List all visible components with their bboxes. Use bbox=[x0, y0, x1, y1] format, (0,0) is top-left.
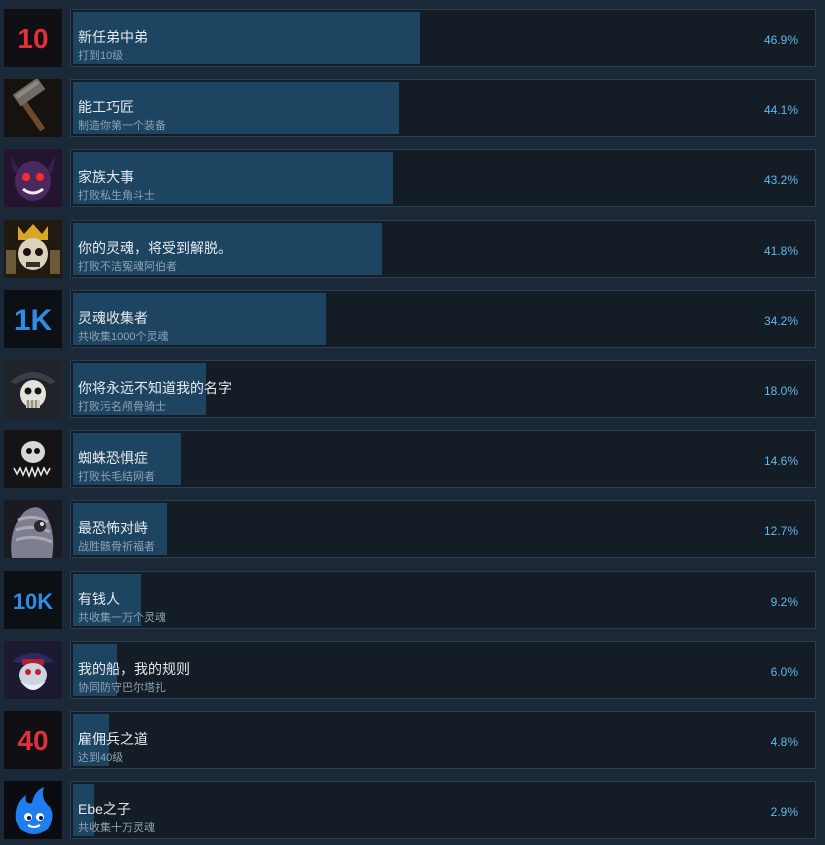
achievement-percent: 46.9% bbox=[763, 33, 798, 47]
achievement-percent: 34.2% bbox=[763, 313, 798, 328]
achievement-row: 能工巧匠制造你第一个装备 44.1% bbox=[0, 79, 825, 141]
achievement-description: 制造你第一个装备 bbox=[78, 120, 166, 133]
achievement-row: 蜘蛛恐惧症打败长毛结网者 14.6% bbox=[0, 430, 825, 492]
horned-demon-icon bbox=[4, 149, 62, 208]
achievement-title: 雇佣兵之道 bbox=[78, 731, 148, 747]
achievement-title: 你将永远不知道我的名字 bbox=[78, 380, 232, 396]
achievement-percent: 12.7% bbox=[763, 524, 798, 539]
achievement-list: 10 新任弟中弟打到10级 46.9% 能工巧匠制造你第一个装备 44.1% 家族大事… bbox=[0, 0, 825, 845]
achievement-description: 打败长毛结网者 bbox=[78, 471, 155, 484]
achievement-row: 10K 有钱人共收集一万个灵魂 9.2% bbox=[0, 570, 825, 633]
achievement-card: 你将永远不知道我的名字打败污名颅骨骑士 18.0% bbox=[70, 360, 816, 418]
achievement-card: 能工巧匠制造你第一个装备 44.1% bbox=[70, 79, 816, 138]
achievement-card: 蜘蛛恐惧症打败长毛结网者 14.6% bbox=[70, 430, 816, 489]
achievement-description: 达到40级 bbox=[78, 752, 124, 764]
achievement-card: 家族大事打败私生角斗士 43.2% bbox=[70, 149, 816, 208]
svg-text:40: 40 bbox=[17, 725, 48, 756]
skull-knight-icon bbox=[4, 360, 62, 418]
achievement-title: 你的灵魂，将受到解脱。 bbox=[78, 239, 232, 256]
achievement-row: Ebe之子共收集十万灵魂 2.9% bbox=[0, 781, 825, 843]
achievement-percent: 9.2% bbox=[770, 594, 798, 609]
achievement-description: 打败污名颅骨骑士 bbox=[78, 401, 166, 413]
achievement-title: 新任弟中弟 bbox=[78, 29, 148, 45]
achievement-description: 共收集一万个灵魂 bbox=[78, 611, 166, 624]
achievement-title: 能工巧匠 bbox=[78, 99, 134, 116]
achievement-row: 我的船，我的规则协同防守巴尔塔扎 6.0% bbox=[0, 640, 825, 703]
number-40-icon: 40 bbox=[4, 711, 62, 769]
achievement-row: 最恐怖对峙战胜骸骨祈福者 12.7% bbox=[0, 500, 825, 562]
achievement-description: 协同防守巴尔塔扎 bbox=[78, 681, 166, 694]
achievement-row: 40 雇佣兵之道达到40级 4.8% bbox=[0, 711, 825, 773]
achievement-percent: 6.0% bbox=[770, 664, 798, 679]
bone-priest-icon bbox=[4, 500, 62, 559]
achievement-percent: 44.1% bbox=[763, 103, 798, 118]
number-10-icon: 10 bbox=[4, 9, 62, 67]
achievement-card: Ebe之子共收集十万灵魂 2.9% bbox=[70, 781, 816, 840]
achievement-row: 你将永远不知道我的名字打败污名颅骨骑士 18.0% bbox=[0, 360, 825, 422]
achievement-card: 有钱人共收集一万个灵魂 9.2% bbox=[70, 570, 816, 629]
svg-text:10: 10 bbox=[17, 23, 48, 54]
achievement-percent: 18.0% bbox=[763, 384, 798, 398]
achievement-row: 10 新任弟中弟打到10级 46.9% bbox=[0, 9, 825, 71]
achievement-description: 战胜骸骨祈福者 bbox=[78, 541, 155, 554]
achievement-title: 灵魂收集者 bbox=[78, 309, 148, 326]
pirate-captain-icon bbox=[4, 640, 62, 699]
achievement-title: Ebe之子 bbox=[78, 801, 131, 818]
svg-text:1K: 1K bbox=[14, 304, 53, 337]
achievement-title: 我的船，我的规则 bbox=[78, 660, 190, 677]
achievement-title: 有钱人 bbox=[78, 590, 120, 607]
achievement-row: 家族大事打败私生角斗士 43.2% bbox=[0, 149, 825, 211]
achievement-card: 我的船，我的规则协同防守巴尔塔扎 6.0% bbox=[70, 640, 816, 699]
achievement-title: 家族大事 bbox=[78, 169, 134, 186]
blue-flame-spirit-icon bbox=[4, 781, 62, 840]
achievement-description: 打败私生角斗士 bbox=[78, 190, 155, 203]
text-1k-icon: 1K bbox=[4, 289, 62, 348]
achievement-row: 你的灵魂，将受到解脱。打败不洁冤魂阿伯者 41.8% bbox=[0, 219, 825, 282]
achievement-card: 雇佣兵之道达到40级 4.8% bbox=[70, 711, 816, 769]
achievement-description: 打败不洁冤魂阿伯者 bbox=[78, 260, 177, 273]
achievement-card: 灵魂收集者共收集1000个灵魂 34.2% bbox=[70, 289, 816, 348]
achievement-percent: 41.8% bbox=[763, 243, 798, 258]
achievement-description: 共收集1000个灵魂 bbox=[78, 330, 169, 343]
achievement-percent: 4.8% bbox=[770, 735, 798, 749]
achievement-description: 共收集十万灵魂 bbox=[78, 822, 155, 835]
svg-text:10K: 10K bbox=[13, 589, 53, 614]
achievement-title: 蜘蛛恐惧症 bbox=[78, 450, 148, 467]
achievement-card: 最恐怖对峙战胜骸骨祈福者 12.7% bbox=[70, 500, 816, 559]
achievement-percent: 14.6% bbox=[763, 454, 798, 469]
achievement-card: 你的灵魂，将受到解脱。打败不洁冤魂阿伯者 41.8% bbox=[70, 219, 816, 278]
armored-skull-king-icon bbox=[4, 219, 62, 278]
achievement-description: 打到10级 bbox=[78, 50, 124, 62]
fanged-skull-icon bbox=[4, 430, 62, 489]
achievement-row: 1K 灵魂收集者共收集1000个灵魂 34.2% bbox=[0, 289, 825, 352]
achievement-card: 新任弟中弟打到10级 46.9% bbox=[70, 9, 816, 67]
text-10k-icon: 10K bbox=[4, 570, 62, 629]
hammer-icon bbox=[4, 79, 62, 138]
achievement-title: 最恐怖对峙 bbox=[78, 520, 148, 537]
achievement-percent: 43.2% bbox=[763, 173, 798, 188]
achievement-percent: 2.9% bbox=[770, 805, 798, 820]
